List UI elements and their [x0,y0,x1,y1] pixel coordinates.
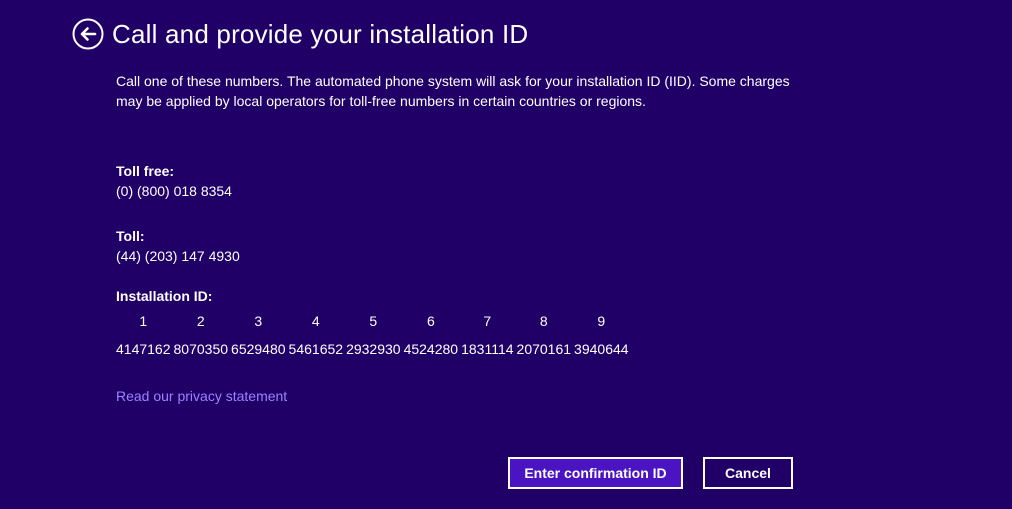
iid-group-value: 5461652 [288,341,344,357]
toll-free-number: (0) (800) 018 8354 [116,183,232,199]
instructions-text: Call one of these numbers. The automated… [116,73,790,109]
iid-group-index: 5 [369,313,378,329]
iid-group-index: 3 [254,313,263,329]
iid-group: 7 1831114 [461,311,513,359]
enter-confirmation-id-button[interactable]: Enter confirmation ID [508,457,683,489]
iid-group-value: 4147162 [116,341,171,357]
iid-group-value: 3940644 [574,341,629,357]
privacy-statement-link[interactable]: Read our privacy statement [116,386,287,406]
iid-group-value: 6529480 [231,341,286,357]
toll-label: Toll: [116,228,145,244]
iid-group-value: 8070350 [173,341,229,357]
iid-group-index: 2 [196,313,205,329]
iid-group: 2 8070350 [174,311,229,359]
page-title: Call and provide your installation ID [112,19,529,49]
iid-group-index: 1 [139,313,148,329]
iid-group-value: 2070161 [516,341,572,357]
iid-group-index: 4 [311,313,320,329]
iid-group-value: 1831114 [461,341,514,357]
installation-id-grid: 1 4147162 2 8070350 3 6529480 4 5461652 … [116,311,632,359]
iid-group: 5 2932930 [346,311,401,359]
iid-group-index: 8 [539,313,548,329]
iid-group-value: 4524280 [403,341,459,357]
iid-group-index: 6 [426,313,435,329]
iid-group-value: 2932930 [346,341,401,357]
iid-group: 1 4147162 [116,311,171,359]
iid-group: 3 6529480 [231,311,286,359]
iid-group-index: 9 [597,313,606,329]
toll-free-label: Toll free: [116,163,175,179]
iid-group: 6 4524280 [404,311,459,359]
iid-group: 9 3940644 [574,311,629,359]
cancel-button[interactable]: Cancel [703,457,793,489]
iid-group-index: 7 [483,313,492,329]
toll-number: (44) (203) 147 4930 [116,248,240,264]
iid-group: 8 2070161 [517,311,572,359]
header: Call and provide your installation ID [72,17,528,51]
back-arrow-icon[interactable] [72,18,104,50]
installation-id-label: Installation ID: [116,288,213,304]
iid-group: 4 5461652 [289,311,344,359]
